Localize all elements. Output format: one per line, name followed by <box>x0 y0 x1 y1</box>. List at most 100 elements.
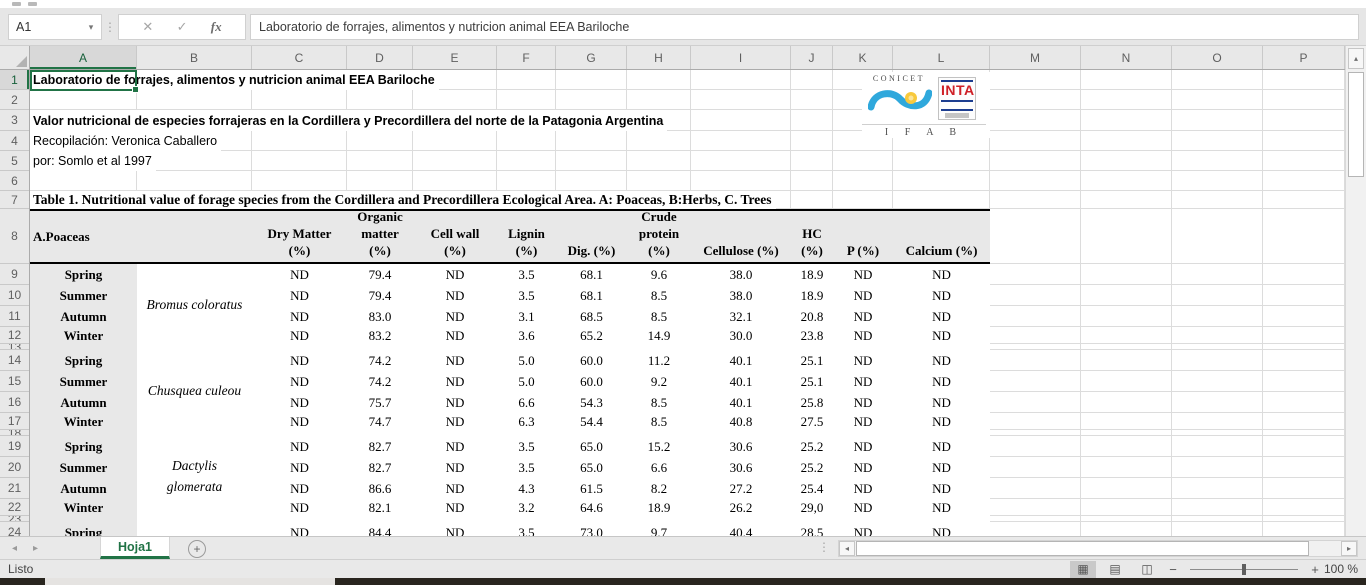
table-cell[interactable]: 40.8 <box>691 413 791 430</box>
table-header-cell[interactable]: P (%) <box>833 211 893 262</box>
row-header-22[interactable]: 22 <box>0 499 29 516</box>
table-cell[interactable]: ND <box>252 457 347 478</box>
table-header-cell[interactable]: Cellulose (%) <box>691 211 791 262</box>
table-cell[interactable]: 9.6 <box>627 264 691 285</box>
table-cell[interactable]: 3.2 <box>497 499 556 516</box>
add-sheet-icon[interactable]: + <box>188 540 206 558</box>
table-cell[interactable]: ND <box>833 264 893 285</box>
table-cell[interactable]: 3.6 <box>497 327 556 344</box>
species-name[interactable]: Dactylis glomerata <box>137 436 252 516</box>
table-cell[interactable]: ND <box>833 499 893 516</box>
tab-nav-right-icon[interactable]: ▸ <box>33 543 38 554</box>
table-cell[interactable]: 30.0 <box>691 327 791 344</box>
table-cell[interactable]: 68.1 <box>556 264 627 285</box>
table-cell[interactable]: 26.2 <box>691 499 791 516</box>
table-cell[interactable]: 8.5 <box>627 392 691 413</box>
table-cell[interactable]: ND <box>413 413 497 430</box>
column-header-M[interactable]: M <box>990 46 1081 69</box>
table-cell[interactable]: 74.2 <box>347 350 413 371</box>
row-header-24[interactable]: 24 <box>0 522 29 536</box>
table-cell[interactable]: ND <box>252 264 347 285</box>
table-cell-season[interactable]: Spring <box>30 350 137 371</box>
table-header-cell[interactable]: Lignin (%) <box>497 211 556 262</box>
table-cell-season[interactable]: Autumn <box>30 478 137 499</box>
column-header-B[interactable]: B <box>137 46 252 69</box>
table-cell[interactable]: 20.8 <box>791 306 833 327</box>
table-cell[interactable]: ND <box>893 371 990 392</box>
cell-a4[interactable]: Recopilación: Veronica Caballero <box>30 131 221 151</box>
table-cell[interactable]: 30.6 <box>691 436 791 457</box>
table-cell-season[interactable]: Summer <box>30 457 137 478</box>
table-cell[interactable]: ND <box>833 327 893 344</box>
table-header-cell[interactable]: Crude protein (%) <box>627 211 691 262</box>
table-header-cell[interactable]: Calcium (%) <box>893 211 990 262</box>
zoom-in-icon[interactable]: + <box>1308 562 1322 577</box>
table-cell[interactable]: ND <box>893 327 990 344</box>
cell-a5[interactable]: por: Somlo et al 1997 <box>30 151 156 171</box>
table-cell[interactable]: 68.5 <box>556 306 627 327</box>
table-header-cell[interactable]: Dry Matter (%) <box>252 211 347 262</box>
table-cell[interactable]: 25.8 <box>791 392 833 413</box>
table-cell[interactable]: 25.2 <box>791 457 833 478</box>
table-cell[interactable]: 65.0 <box>556 436 627 457</box>
table-cell[interactable]: 8.5 <box>627 285 691 306</box>
table-cell[interactable]: 14.9 <box>627 327 691 344</box>
table-cell-season[interactable]: Spring <box>30 264 137 285</box>
table-cell[interactable]: ND <box>833 436 893 457</box>
row-header-14[interactable]: 14 <box>0 350 29 371</box>
table-cell[interactable]: 18.9 <box>791 264 833 285</box>
row-header-7[interactable]: 7 <box>0 191 29 209</box>
table-cell[interactable]: ND <box>413 327 497 344</box>
table-cell[interactable]: ND <box>252 413 347 430</box>
table-cell[interactable]: 83.0 <box>347 306 413 327</box>
table-cell[interactable]: 8.5 <box>627 413 691 430</box>
table-cell[interactable]: 25.4 <box>791 478 833 499</box>
table-cell[interactable]: 5.0 <box>497 350 556 371</box>
table-cell[interactable]: ND <box>893 522 990 536</box>
table-cell[interactable]: 73.0 <box>556 522 627 536</box>
table-cell[interactable]: 54.4 <box>556 413 627 430</box>
table-cell[interactable]: ND <box>413 499 497 516</box>
zoom-slider-thumb[interactable] <box>1242 564 1246 575</box>
table-cell[interactable]: 3.1 <box>497 306 556 327</box>
table-cell[interactable]: ND <box>413 306 497 327</box>
row-header-11[interactable]: 11 <box>0 306 29 327</box>
row-header-6[interactable]: 6 <box>0 171 29 191</box>
table-cell[interactable]: ND <box>252 499 347 516</box>
table-header-cell[interactable]: HC (%) <box>791 211 833 262</box>
table-cell[interactable]: 82.1 <box>347 499 413 516</box>
formula-input[interactable]: Laboratorio de forrajes, alimentos y nut… <box>250 14 1359 40</box>
table-cell[interactable]: 29,0 <box>791 499 833 516</box>
scroll-up-icon[interactable]: ▴ <box>1348 48 1364 69</box>
row-header-21[interactable]: 21 <box>0 478 29 499</box>
view-normal-icon[interactable]: ▦ <box>1070 561 1096 578</box>
table-cell[interactable]: ND <box>413 285 497 306</box>
cancel-icon[interactable]: ✕ <box>142 19 153 35</box>
table-cell[interactable]: ND <box>833 478 893 499</box>
table-header-cell[interactable]: Organic matter (%) <box>347 211 413 262</box>
table-cell[interactable]: 25.1 <box>791 371 833 392</box>
row-header-16[interactable]: 16 <box>0 392 29 413</box>
table-cell[interactable]: ND <box>252 436 347 457</box>
table-cell[interactable]: 18.9 <box>627 499 691 516</box>
table-cell[interactable]: 75.7 <box>347 392 413 413</box>
table-cell[interactable]: ND <box>413 522 497 536</box>
table-cell[interactable]: 79.4 <box>347 264 413 285</box>
column-header-P[interactable]: P <box>1263 46 1345 69</box>
column-header-A[interactable]: A <box>30 46 137 69</box>
table-cell[interactable]: ND <box>252 350 347 371</box>
row-header-1[interactable]: 1 <box>0 70 29 90</box>
table-cell[interactable]: ND <box>833 522 893 536</box>
table-cell[interactable]: 3.5 <box>497 285 556 306</box>
table-cell-season[interactable]: Summer <box>30 285 137 306</box>
table-cell[interactable]: 8.2 <box>627 478 691 499</box>
table-cell[interactable]: ND <box>893 285 990 306</box>
table-cell[interactable]: 74.7 <box>347 413 413 430</box>
table-cell[interactable]: ND <box>833 413 893 430</box>
table-cell[interactable]: 61.5 <box>556 478 627 499</box>
table-cell[interactable]: ND <box>252 478 347 499</box>
view-page-layout-icon[interactable]: ▤ <box>1102 561 1128 578</box>
row-header-2[interactable]: 2 <box>0 90 29 110</box>
table-cell[interactable]: 84.4 <box>347 522 413 536</box>
table-cell[interactable]: ND <box>893 350 990 371</box>
